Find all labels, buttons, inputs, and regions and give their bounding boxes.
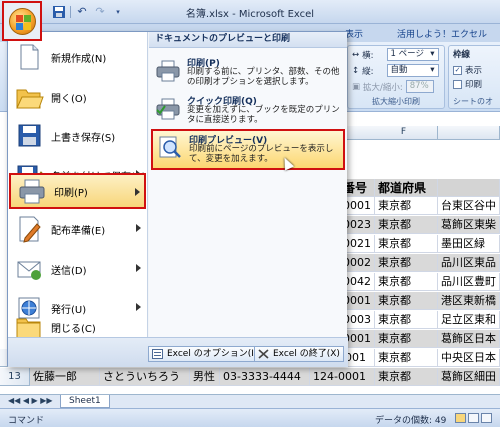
cell-name[interactable]: 佐藤一郎 bbox=[30, 368, 100, 386]
new-document-icon bbox=[14, 42, 44, 72]
print-icon bbox=[155, 58, 181, 84]
print-submenu: ドキュメントのプレビューと印刷 印刷(P) 印刷する前に、プリンタ、部数、その他… bbox=[149, 32, 347, 337]
height-label: 縦: bbox=[362, 66, 374, 77]
tab-excel-tips[interactable]: 活用しよう！エクセル bbox=[397, 27, 487, 40]
print-label: 印刷 bbox=[465, 80, 483, 90]
submenu-title: ドキュメントのプレビューと印刷 bbox=[149, 32, 347, 48]
page-layout-view-button[interactable] bbox=[468, 413, 479, 423]
cell-phone[interactable]: 03-3333-4444 bbox=[220, 368, 310, 386]
cell-postal[interactable]: 124-0001 bbox=[310, 368, 375, 386]
cell-address[interactable]: 葛飾区細田 bbox=[438, 368, 500, 386]
sheet-tab-bar: ◀◀ ◀ ▶ ▶▶ Sheet1 bbox=[0, 394, 500, 408]
submenu-item-print-preview-desc: 印刷前にページのプレビューを表示して、変更を加えます。 bbox=[189, 144, 334, 164]
cell-prefecture[interactable]: 東京都 bbox=[375, 216, 438, 234]
excel-options-button[interactable]: Excel のオプション(I) bbox=[148, 346, 262, 362]
chevron-down-icon: ▾ bbox=[430, 65, 435, 75]
submenu-arrow-icon bbox=[136, 264, 141, 272]
cell-address[interactable]: 台東区谷中 bbox=[438, 197, 500, 215]
print-icon bbox=[17, 176, 47, 206]
view-gridlines-checkbox[interactable]: ✓ bbox=[453, 65, 462, 75]
prepare-icon bbox=[14, 214, 44, 244]
chevron-down-icon: ▾ bbox=[430, 49, 435, 59]
status-count: データの個数: 49 bbox=[375, 416, 447, 426]
menu-item-send[interactable]: 送信(D) bbox=[8, 250, 147, 288]
scale-to-fit-group: ↔ 横: 1 ページ ▾ ↕ 縦: 自動 ▾ ▣ 拡大/縮小: 87% 拡大縮小印刷 bbox=[347, 45, 445, 109]
quick-print-icon bbox=[155, 96, 181, 122]
height-icon: ↕ bbox=[352, 65, 360, 76]
cell-prefecture[interactable]: 東京都 bbox=[375, 254, 438, 272]
sheet-tab[interactable]: Sheet1 bbox=[60, 395, 110, 408]
title-bar: ↶ ↷ ▾ 名簿.xlsx - Microsoft Excel bbox=[0, 0, 500, 24]
office-button[interactable] bbox=[2, 1, 42, 41]
cell-prefecture[interactable]: 東京都 bbox=[375, 311, 438, 329]
menu-item-new[interactable]: 新規作成(N) bbox=[8, 38, 147, 76]
submenu-arrow-icon bbox=[135, 188, 140, 196]
menu-item-print[interactable]: 印刷(P) bbox=[9, 173, 146, 209]
submenu-item-print-desc: 印刷する前に、プリンタ、部数、その他の印刷オプションを選択します。 bbox=[187, 67, 340, 87]
zoom-label: 拡大/縮小: bbox=[363, 82, 403, 93]
row-number[interactable]: 13 bbox=[0, 368, 30, 386]
cell-address[interactable]: 中央区日本 bbox=[438, 349, 500, 367]
send-icon bbox=[14, 254, 44, 284]
cell-prefecture[interactable]: 東京都 bbox=[375, 330, 438, 348]
normal-view-button[interactable] bbox=[455, 413, 466, 423]
cell-address[interactable]: 港区東新橋 bbox=[438, 292, 500, 310]
column-header-g[interactable] bbox=[438, 126, 500, 140]
zoom-spinner[interactable]: 87% bbox=[405, 80, 434, 93]
office-menu-commands: 新規作成(N) 開く(O) 上書き保存(S) 名前を付けて保存(A) 印刷(P)… bbox=[8, 32, 148, 339]
print-gridlines-checkbox[interactable] bbox=[453, 79, 462, 89]
column-header-f[interactable]: F bbox=[370, 126, 438, 140]
cell-address[interactable]: 墨田区緑 bbox=[438, 235, 500, 253]
close-icon bbox=[258, 349, 269, 359]
submenu-item-quick-print[interactable]: クイック印刷(Q) 変更を加えずに、ブックを既定のプリンタに直接送ります。 bbox=[151, 92, 345, 130]
window-title: 名簿.xlsx - Microsoft Excel bbox=[185, 9, 315, 20]
cell-address[interactable]: 足立区東和 bbox=[438, 311, 500, 329]
print-preview-icon bbox=[157, 135, 183, 161]
gridlines-title: 枠線 bbox=[453, 50, 471, 60]
width-select[interactable]: 1 ページ ▾ bbox=[386, 48, 439, 61]
cell-prefecture[interactable]: 東京都 bbox=[375, 349, 438, 367]
cell-kana[interactable]: さとういちろう bbox=[100, 368, 190, 386]
cell-address[interactable]: 品川区豊町 bbox=[438, 273, 500, 291]
cell-address[interactable]: 品川区東品 bbox=[438, 254, 500, 272]
zoom-icon: ▣ bbox=[352, 81, 361, 92]
cell-prefecture[interactable]: 東京都 bbox=[375, 273, 438, 291]
cell-prefecture[interactable]: 東京都 bbox=[375, 235, 438, 253]
submenu-item-quick-print-desc: 変更を加えずに、ブックを既定のプリンタに直接送ります。 bbox=[187, 105, 340, 125]
view-label: 表示 bbox=[465, 66, 483, 76]
office-menu: 新規作成(N) 開く(O) 上書き保存(S) 名前を付けて保存(A) 印刷(P)… bbox=[7, 31, 348, 367]
menu-item-open[interactable]: 開く(O) bbox=[8, 78, 147, 116]
header-cell-prefecture[interactable]: 都道府県 bbox=[375, 179, 438, 197]
submenu-arrow-icon bbox=[136, 224, 141, 232]
submenu-item-print-preview[interactable]: 印刷プレビュー(V) 印刷前にページのプレビューを表示して、変更を加えます。 bbox=[151, 129, 345, 170]
cell-address[interactable]: 葛飾区東柴 bbox=[438, 216, 500, 234]
options-group-label: シートのオ bbox=[453, 97, 493, 106]
status-mode: コマンド bbox=[8, 416, 45, 426]
header-cell-address[interactable] bbox=[438, 179, 500, 197]
cell-gender[interactable]: 男性 bbox=[190, 368, 220, 386]
cell-prefecture[interactable]: 東京都 bbox=[375, 368, 438, 386]
tab-view[interactable]: 表示 bbox=[345, 27, 363, 40]
submenu-item-print[interactable]: 印刷(P) 印刷する前に、プリンタ、部数、その他の印刷オプションを選択します。 bbox=[151, 54, 345, 92]
cell-address[interactable]: 葛飾区日本 bbox=[438, 330, 500, 348]
page-break-view-button[interactable] bbox=[481, 413, 492, 423]
tab-nav-arrows-icon[interactable]: ◀◀ ◀ ▶ ▶▶ bbox=[8, 396, 53, 405]
scale-group-label: 拡大縮小印刷 bbox=[372, 97, 420, 106]
open-folder-icon bbox=[14, 82, 44, 112]
sheet-options-group: 枠線 ✓ 表示 印刷 シートのオ bbox=[448, 45, 500, 109]
office-logo-icon bbox=[9, 8, 36, 35]
width-label: 横: bbox=[362, 50, 374, 61]
exit-excel-button[interactable]: Excel の終了(X) bbox=[254, 346, 344, 362]
status-bar: コマンド データの個数: 49 bbox=[0, 408, 500, 427]
menu-item-save[interactable]: 上書き保存(S) bbox=[8, 117, 147, 155]
cell-prefecture[interactable]: 東京都 bbox=[375, 292, 438, 310]
menu-item-prepare[interactable]: 配布準備(E) bbox=[8, 210, 147, 248]
width-icon: ↔ bbox=[352, 49, 360, 60]
options-icon bbox=[152, 349, 163, 359]
cell-prefecture[interactable]: 東京都 bbox=[375, 197, 438, 215]
save-icon bbox=[14, 121, 44, 151]
height-select[interactable]: 自動 ▾ bbox=[386, 64, 439, 77]
office-menu-footer: Excel のオプション(I) Excel の終了(X) bbox=[8, 337, 348, 367]
